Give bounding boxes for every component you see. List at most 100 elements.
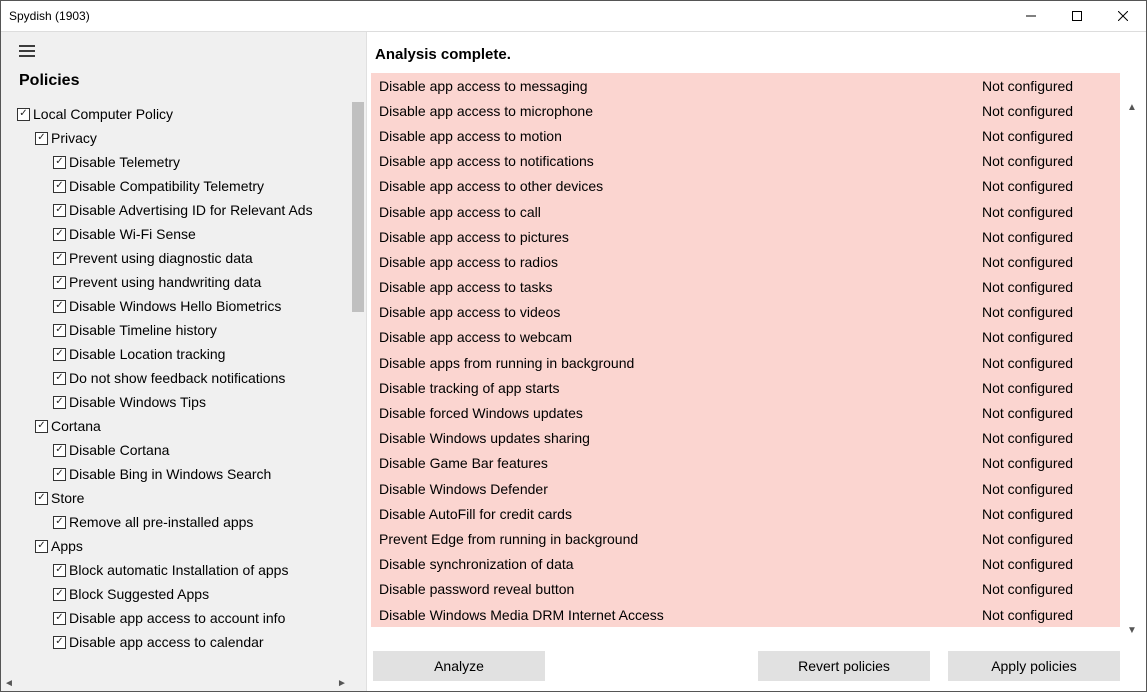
tree-item[interactable]: Apps	[17, 534, 350, 558]
checkbox-icon[interactable]	[35, 540, 48, 553]
tree-item[interactable]: Cortana	[17, 414, 350, 438]
sidebar-scrollbar-vertical[interactable]	[350, 102, 366, 675]
result-row[interactable]: Disable app access to motionNot configur…	[371, 123, 1120, 148]
result-row[interactable]: Disable app access to tasksNot configure…	[371, 275, 1120, 300]
result-row[interactable]: Disable tracking of app startsNot config…	[371, 375, 1120, 400]
scrollbar-thumb[interactable]	[352, 102, 364, 312]
tree-item-label: Block Suggested Apps	[69, 586, 209, 602]
result-name: Prevent Edge from running in background	[379, 531, 982, 547]
apply-button[interactable]: Apply policies	[948, 651, 1120, 681]
checkbox-icon[interactable]	[53, 300, 66, 313]
result-row[interactable]: Disable Windows DefenderNot configured	[371, 476, 1120, 501]
tree-item[interactable]: Disable Timeline history	[17, 318, 350, 342]
tree-item-label: Prevent using handwriting data	[69, 274, 261, 290]
checkbox-icon[interactable]	[53, 252, 66, 265]
result-row[interactable]: Disable synchronization of dataNot confi…	[371, 552, 1120, 577]
checkbox-icon[interactable]	[53, 324, 66, 337]
result-row[interactable]: Disable Game Bar featuresNot configured	[371, 451, 1120, 476]
results-list[interactable]: Disable app access to messaging Not confi…	[371, 73, 1120, 627]
checkbox-icon[interactable]	[53, 156, 66, 169]
result-row[interactable]: Disable apps from running in backgroundN…	[371, 350, 1120, 375]
tree-item[interactable]: Store	[17, 486, 350, 510]
tree-item[interactable]: Disable Location tracking	[17, 342, 350, 366]
tree-item[interactable]: Prevent using diagnostic data	[17, 246, 350, 270]
tree-item[interactable]: Privacy	[17, 126, 350, 150]
tree-item[interactable]: Block Suggested Apps	[17, 582, 350, 606]
tree-item[interactable]: Remove all pre-installed apps	[17, 510, 350, 534]
minimize-button[interactable]	[1008, 1, 1054, 32]
result-row[interactable]: Disable app access to callNot configured	[371, 199, 1120, 224]
checkbox-icon[interactable]	[53, 468, 66, 481]
tree-item[interactable]: Disable Windows Tips	[17, 390, 350, 414]
result-row[interactable]: Disable app access to webcamNot configur…	[371, 325, 1120, 350]
result-row[interactable]: Disable app access to messagingNot confi…	[371, 73, 1120, 98]
checkbox-icon[interactable]	[35, 132, 48, 145]
tree-item[interactable]: Disable app access to account info	[17, 606, 350, 630]
tree-item[interactable]: Disable Compatibility Telemetry	[17, 174, 350, 198]
tree-item-label: Prevent using diagnostic data	[69, 250, 253, 266]
close-button[interactable]	[1100, 1, 1146, 32]
content: Analysis complete. Disable app access to…	[367, 32, 1146, 691]
maximize-button[interactable]	[1054, 1, 1100, 32]
content-scrollbar-vertical[interactable]: ▲ ▼	[1124, 102, 1140, 641]
checkbox-icon[interactable]	[53, 372, 66, 385]
checkbox-icon[interactable]	[53, 348, 66, 361]
tree-item[interactable]: Prevent using handwriting data	[17, 270, 350, 294]
checkbox-icon[interactable]	[17, 108, 30, 121]
result-status: Not configured	[982, 556, 1112, 572]
result-name: Disable app access to call	[379, 204, 982, 220]
scroll-down-icon[interactable]: ▼	[1124, 625, 1140, 641]
tree-item[interactable]: Disable app access to calendar	[17, 630, 350, 654]
menu-icon[interactable]	[1, 32, 366, 64]
checkbox-icon[interactable]	[53, 444, 66, 457]
tree-item[interactable]: Do not show feedback notifications	[17, 366, 350, 390]
result-name: Disable app access to other devices	[379, 178, 982, 194]
titlebar: Spydish (1903)	[1, 1, 1146, 32]
analyze-button[interactable]: Analyze	[373, 651, 545, 681]
checkbox-icon[interactable]	[35, 420, 48, 433]
tree-item-label: Remove all pre-installed apps	[69, 514, 253, 530]
tree-item[interactable]: Block automatic Installation of apps	[17, 558, 350, 582]
scroll-right-icon[interactable]: ►	[334, 678, 350, 689]
result-row[interactable]: Prevent Edge from running in backgroundN…	[371, 526, 1120, 551]
policy-tree[interactable]: Local Computer PolicyPrivacyDisable Tele…	[1, 98, 350, 675]
result-row[interactable]: Disable Windows updates sharingNot confi…	[371, 426, 1120, 451]
result-row[interactable]: Disable app access to notificationsNot c…	[371, 149, 1120, 174]
result-row[interactable]: Disable AutoFill for credit cardsNot con…	[371, 501, 1120, 526]
result-row[interactable]: Disable app access to microphoneNot conf…	[371, 98, 1120, 123]
result-status: Not configured	[982, 204, 1112, 220]
checkbox-icon[interactable]	[35, 492, 48, 505]
main: Policies Local Computer PolicyPrivacyDis…	[1, 32, 1146, 691]
result-row[interactable]: Disable app access to radiosNot configur…	[371, 249, 1120, 274]
checkbox-icon[interactable]	[53, 276, 66, 289]
checkbox-icon[interactable]	[53, 636, 66, 649]
sidebar-scrollbar-horizontal[interactable]: ◄ ►	[1, 675, 350, 691]
tree-item[interactable]: Local Computer Policy	[17, 102, 350, 126]
checkbox-icon[interactable]	[53, 396, 66, 409]
result-row[interactable]: Disable password reveal buttonNot config…	[371, 577, 1120, 602]
result-name: Disable app access to messaging	[379, 78, 982, 94]
tree-item[interactable]: Disable Wi-Fi Sense	[17, 222, 350, 246]
checkbox-icon[interactable]	[53, 180, 66, 193]
checkbox-icon[interactable]	[53, 612, 66, 625]
tree-item[interactable]: Disable Advertising ID for Relevant Ads	[17, 198, 350, 222]
scroll-up-icon[interactable]: ▲	[1124, 102, 1140, 118]
result-row[interactable]: Disable app access to videosNot configur…	[371, 300, 1120, 325]
result-name: Disable Windows Defender	[379, 481, 982, 497]
checkbox-icon[interactable]	[53, 564, 66, 577]
tree-item[interactable]: Disable Cortana	[17, 438, 350, 462]
result-row[interactable]: Disable Windows Media DRM Internet Acces…	[371, 602, 1120, 627]
result-status: Not configured	[982, 506, 1112, 522]
revert-button[interactable]: Revert policies	[758, 651, 930, 681]
checkbox-icon[interactable]	[53, 516, 66, 529]
tree-item[interactable]: Disable Bing in Windows Search	[17, 462, 350, 486]
result-row[interactable]: Disable app access to other devicesNot c…	[371, 174, 1120, 199]
scroll-left-icon[interactable]: ◄	[1, 678, 17, 689]
result-row[interactable]: Disable forced Windows updatesNot config…	[371, 400, 1120, 425]
result-row[interactable]: Disable app access to picturesNot config…	[371, 224, 1120, 249]
tree-item[interactable]: Disable Telemetry	[17, 150, 350, 174]
tree-item[interactable]: Disable Windows Hello Biometrics	[17, 294, 350, 318]
checkbox-icon[interactable]	[53, 228, 66, 241]
checkbox-icon[interactable]	[53, 204, 66, 217]
checkbox-icon[interactable]	[53, 588, 66, 601]
